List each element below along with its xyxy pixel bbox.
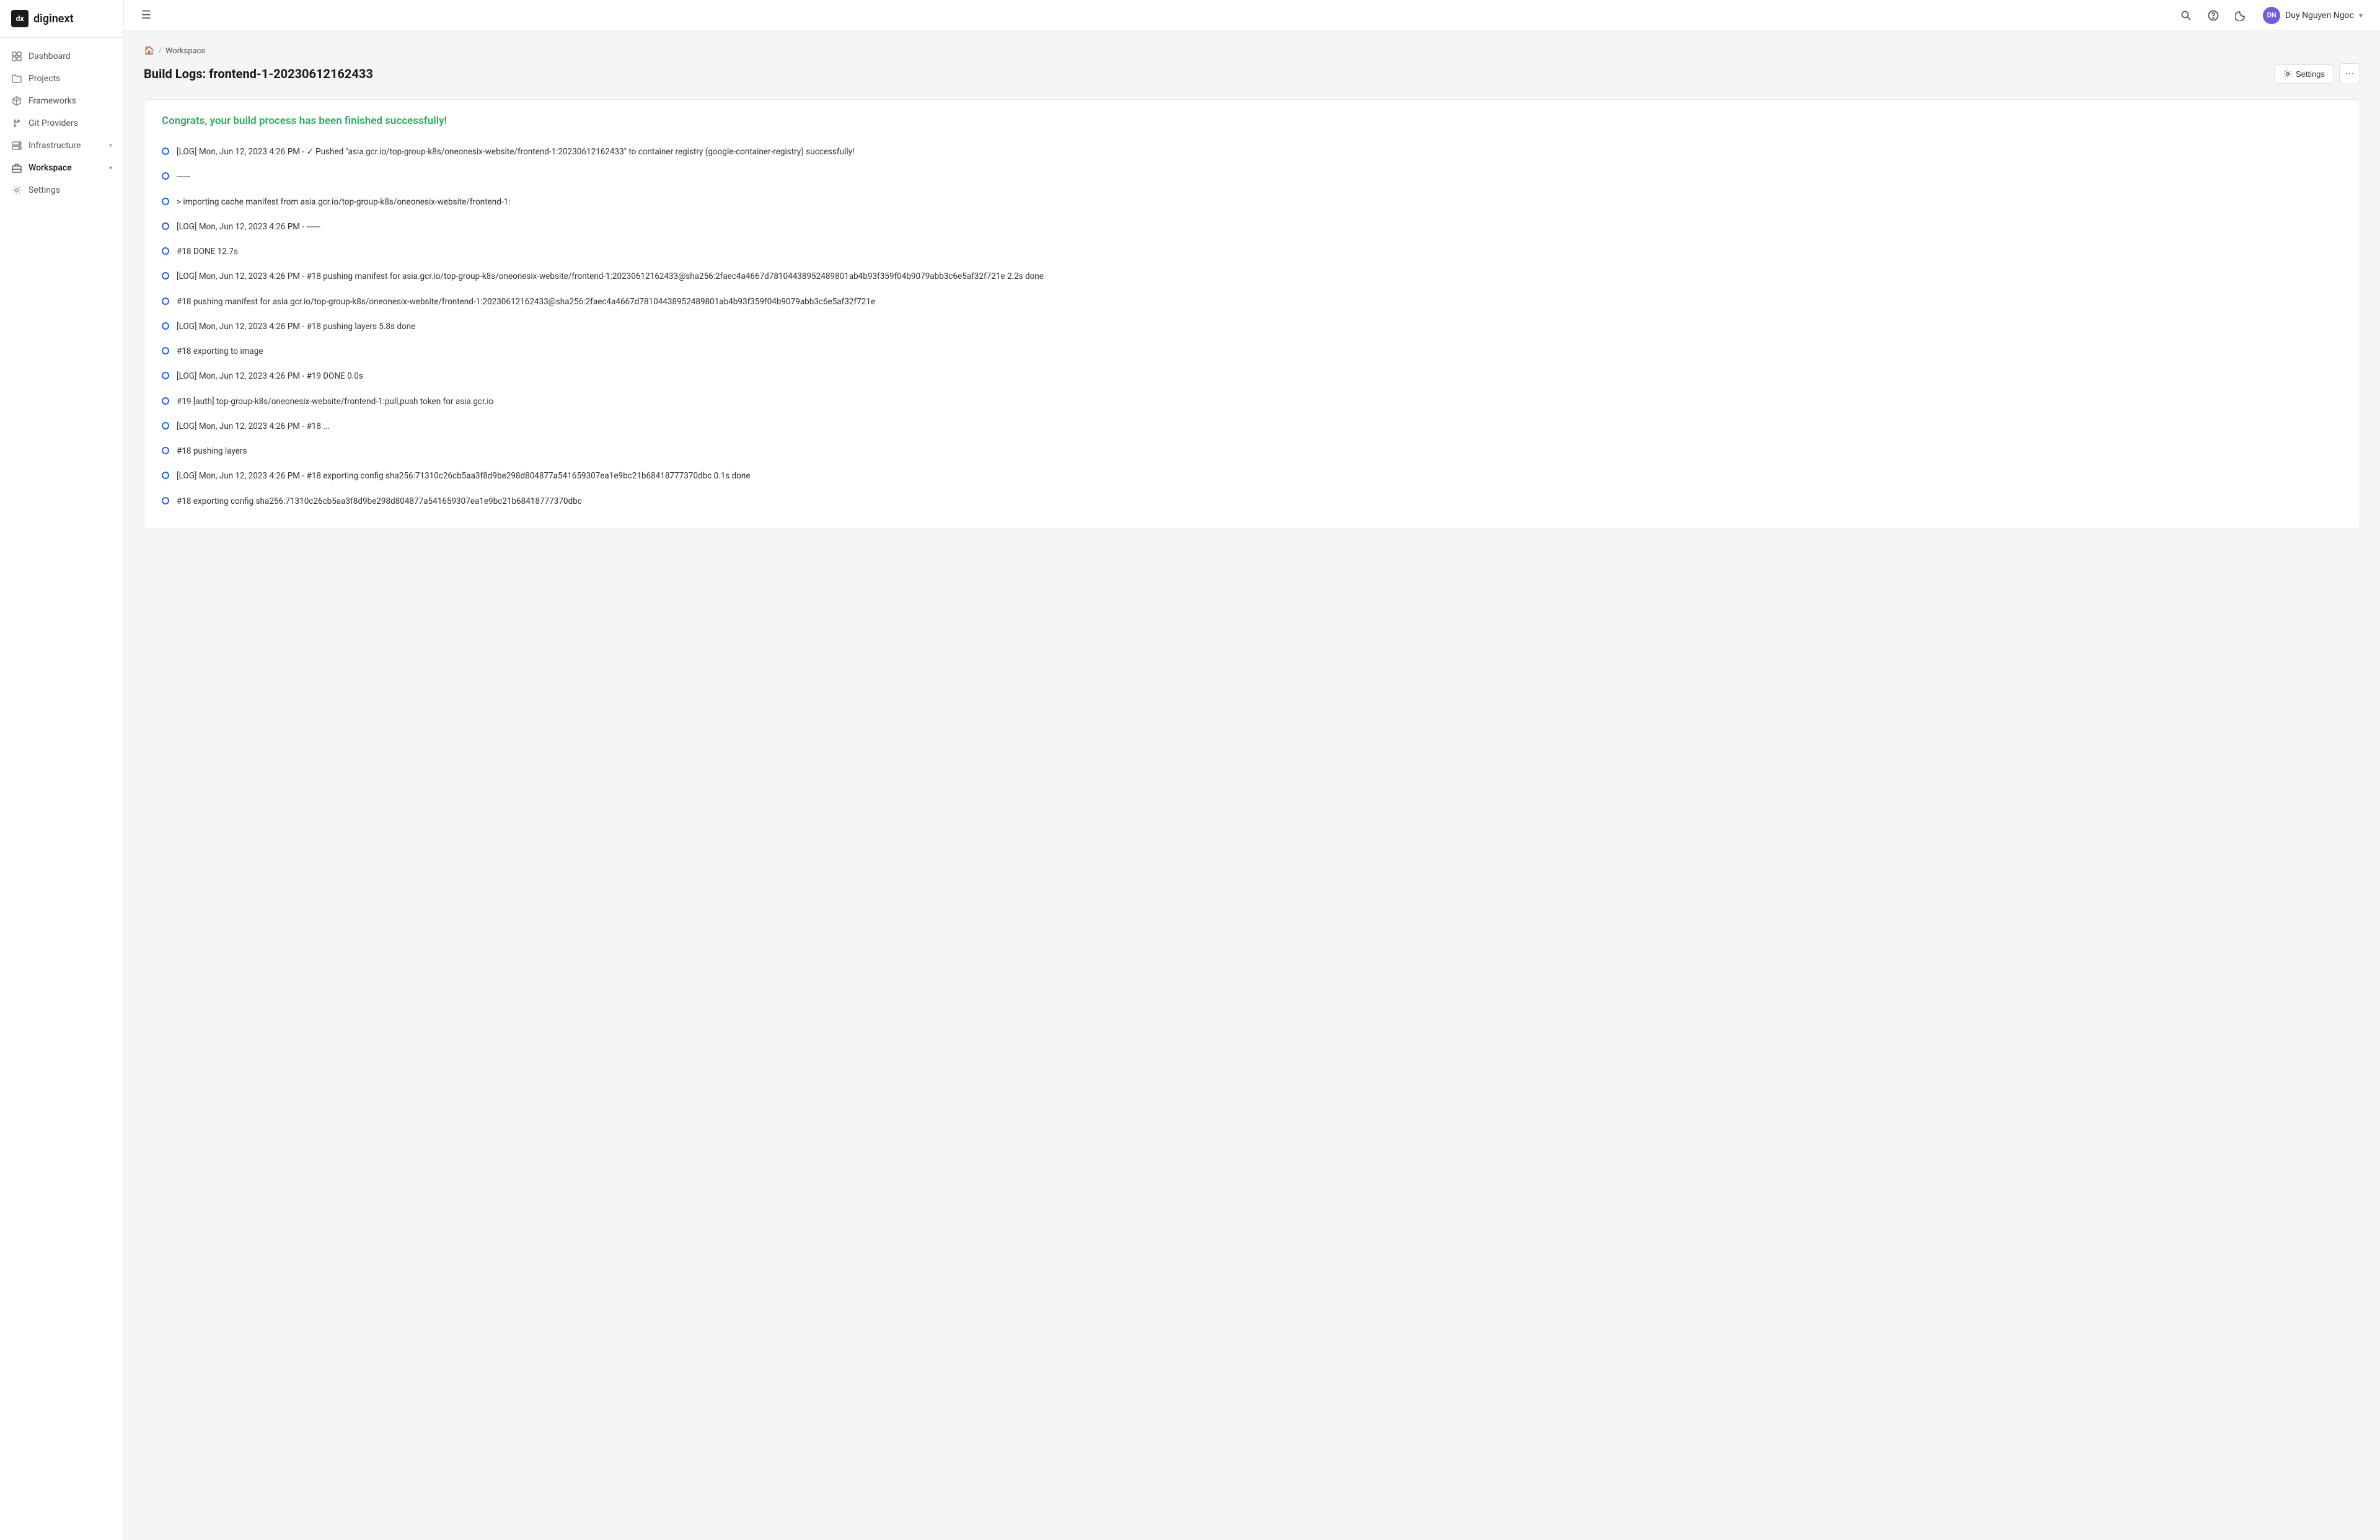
help-button[interactable] bbox=[2203, 6, 2223, 25]
settings-icon bbox=[2283, 69, 2292, 78]
sidebar-item-infrastructure[interactable]: Infrastructure ▾ bbox=[0, 134, 123, 157]
log-text: [LOG] Mon, Jun 12, 2023 4:26 PM - #19 DO… bbox=[177, 370, 363, 382]
breadcrumb-separator: / bbox=[158, 46, 161, 56]
gear-icon bbox=[11, 185, 22, 196]
build-logs-panel: Congrats, your build process has been fi… bbox=[144, 99, 2360, 529]
more-button[interactable]: ··· bbox=[2339, 63, 2360, 84]
log-item: [LOG] Mon, Jun 12, 2023 4:26 PM - #18 ..… bbox=[162, 414, 2342, 439]
page-title: Build Logs: frontend-1-20230612162433 bbox=[144, 66, 373, 81]
sidebar-item-settings[interactable]: Settings bbox=[0, 179, 123, 201]
header-actions: Settings ··· bbox=[2274, 63, 2360, 84]
avatar: DN bbox=[2263, 7, 2280, 24]
log-bullet bbox=[162, 198, 169, 205]
sidebar-item-infrastructure-label: Infrastructure bbox=[29, 141, 81, 151]
sidebar-item-git-providers[interactable]: Git Providers bbox=[0, 112, 123, 134]
log-text: ------ bbox=[177, 170, 190, 183]
sidebar-item-frameworks-label: Frameworks bbox=[29, 96, 76, 106]
log-text: [LOG] Mon, Jun 12, 2023 4:26 PM - ------ bbox=[177, 221, 320, 233]
sidebar-nav: Dashboard Projects Frameworks bbox=[0, 38, 123, 1540]
log-bullet bbox=[162, 172, 169, 180]
content-area: 🏠 / Workspace Build Logs: frontend-1-202… bbox=[124, 31, 2380, 1540]
workspace-chevron-icon: ▾ bbox=[109, 165, 112, 172]
log-text: #18 DONE 12.7s bbox=[177, 245, 238, 258]
log-item: [LOG] Mon, Jun 12, 2023 4:26 PM - #18 pu… bbox=[162, 264, 2342, 289]
folder-icon bbox=[11, 73, 22, 84]
server-icon bbox=[11, 140, 22, 151]
log-text: #18 pushing manifest for asia.gcr.io/top… bbox=[177, 296, 875, 308]
log-bullet bbox=[162, 447, 169, 454]
log-item: #18 exporting to image bbox=[162, 339, 2342, 364]
sidebar-item-dashboard[interactable]: Dashboard bbox=[0, 45, 123, 68]
user-menu-chevron-icon: ▾ bbox=[2359, 11, 2363, 20]
log-text: [LOG] Mon, Jun 12, 2023 4:26 PM - #18 ..… bbox=[177, 420, 330, 433]
log-item: [LOG] Mon, Jun 12, 2023 4:26 PM - #19 DO… bbox=[162, 364, 2342, 389]
log-bullet bbox=[162, 422, 169, 429]
log-item: ------ bbox=[162, 164, 2342, 189]
user-menu[interactable]: DN Duy Nguyen Ngoc ▾ bbox=[2258, 4, 2368, 27]
sidebar-item-dashboard-label: Dashboard bbox=[29, 51, 71, 61]
page-header: Build Logs: frontend-1-20230612162433 Se… bbox=[144, 63, 2360, 84]
log-text: [LOG] Mon, Jun 12, 2023 4:26 PM - #18 ex… bbox=[177, 470, 751, 482]
user-name: Duy Nguyen Ngoc bbox=[2285, 11, 2354, 20]
log-item: [LOG] Mon, Jun 12, 2023 4:26 PM - #18 ex… bbox=[162, 464, 2342, 488]
log-item: [LOG] Mon, Jun 12, 2023 4:26 PM - #18 pu… bbox=[162, 314, 2342, 339]
log-item: [LOG] Mon, Jun 12, 2023 4:26 PM - ✓ Push… bbox=[162, 139, 2342, 164]
log-item: #18 pushing layers bbox=[162, 439, 2342, 464]
log-bullet bbox=[162, 247, 169, 255]
git-icon bbox=[11, 118, 22, 129]
sidebar-item-settings-label: Settings bbox=[29, 185, 60, 195]
main-panel: ☰ DN Duy Nguyen Ngoc ▾ bbox=[124, 0, 2380, 1540]
log-item: #18 pushing manifest for asia.gcr.io/top… bbox=[162, 289, 2342, 314]
infrastructure-chevron-icon: ▾ bbox=[109, 143, 112, 149]
log-bullet bbox=[162, 397, 169, 405]
log-bullet bbox=[162, 472, 169, 479]
log-bullet bbox=[162, 272, 169, 279]
log-bullet bbox=[162, 147, 169, 155]
breadcrumb-workspace: Workspace bbox=[165, 46, 206, 56]
log-text: [LOG] Mon, Jun 12, 2023 4:26 PM - ✓ Push… bbox=[177, 146, 855, 158]
log-text: [LOG] Mon, Jun 12, 2023 4:26 PM - #18 pu… bbox=[177, 270, 1044, 283]
log-item: > importing cache manifest from asia.gcr… bbox=[162, 190, 2342, 214]
logo-text: diginext bbox=[33, 12, 74, 25]
grid-icon bbox=[11, 51, 22, 62]
sidebar-item-workspace-label: Workspace bbox=[29, 163, 72, 173]
box-icon bbox=[11, 95, 22, 107]
log-list: [LOG] Mon, Jun 12, 2023 4:26 PM - ✓ Push… bbox=[162, 139, 2342, 514]
log-item: #18 exporting config sha256:71310c26cb5a… bbox=[162, 489, 2342, 514]
sidebar-item-workspace[interactable]: Workspace ▾ bbox=[0, 157, 123, 179]
log-text: #18 exporting config sha256:71310c26cb5a… bbox=[177, 495, 582, 508]
success-message: Congrats, your build process has been fi… bbox=[162, 115, 2342, 127]
sidebar-item-projects-label: Projects bbox=[29, 74, 60, 84]
log-bullet bbox=[162, 322, 169, 330]
log-text: #19 [auth] top-group-k8s/oneonesix-websi… bbox=[177, 395, 493, 408]
search-button[interactable] bbox=[2176, 6, 2196, 25]
home-icon[interactable]: 🏠 bbox=[144, 46, 154, 56]
log-item: #18 DONE 12.7s bbox=[162, 239, 2342, 264]
log-text: [LOG] Mon, Jun 12, 2023 4:26 PM - #18 pu… bbox=[177, 320, 415, 333]
log-item: [LOG] Mon, Jun 12, 2023 4:26 PM - ------ bbox=[162, 214, 2342, 239]
logo[interactable]: dx diginext bbox=[0, 0, 123, 38]
sidebar-item-projects[interactable]: Projects bbox=[0, 68, 123, 90]
breadcrumb: 🏠 / Workspace bbox=[144, 46, 2360, 56]
logo-icon: dx bbox=[11, 10, 29, 27]
topbar: ☰ DN Duy Nguyen Ngoc ▾ bbox=[124, 0, 2380, 31]
log-bullet bbox=[162, 347, 169, 354]
briefcase-icon bbox=[11, 162, 22, 174]
sidebar-item-frameworks[interactable]: Frameworks bbox=[0, 90, 123, 112]
log-text: #18 exporting to image bbox=[177, 345, 263, 358]
sidebar: dx diginext Dashboard Projects bbox=[0, 0, 124, 1540]
settings-button[interactable]: Settings bbox=[2274, 64, 2334, 84]
log-text: > importing cache manifest from asia.gcr… bbox=[177, 196, 510, 208]
log-bullet bbox=[162, 297, 169, 305]
log-item: #19 [auth] top-group-k8s/oneonesix-websi… bbox=[162, 389, 2342, 414]
dark-mode-button[interactable] bbox=[2231, 6, 2250, 25]
log-bullet bbox=[162, 372, 169, 379]
sidebar-item-git-providers-label: Git Providers bbox=[29, 118, 78, 128]
log-bullet bbox=[162, 222, 169, 230]
log-text: #18 pushing layers bbox=[177, 445, 247, 457]
log-bullet bbox=[162, 497, 169, 504]
hamburger-button[interactable]: ☰ bbox=[136, 6, 156, 25]
